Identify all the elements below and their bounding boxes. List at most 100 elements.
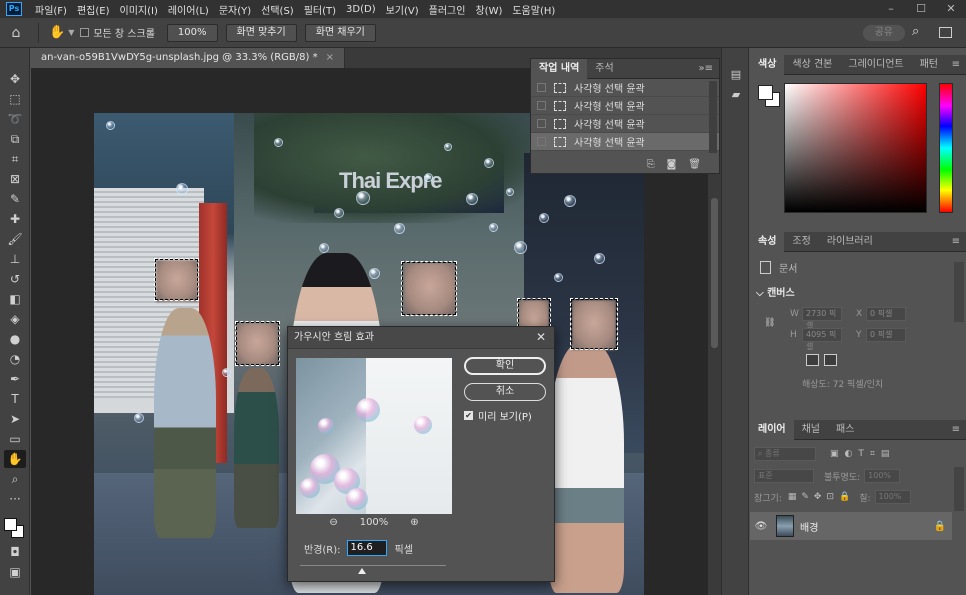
zoom-tool-icon[interactable]: ⌕	[4, 470, 26, 488]
link-icon[interactable]: ⛓	[764, 318, 775, 328]
selection-marquee[interactable]	[570, 298, 618, 350]
lasso-tool-icon[interactable]: ➰	[4, 110, 26, 128]
eyedropper-tool-icon[interactable]: ✎	[4, 190, 26, 208]
close-window-icon[interactable]: ✕	[936, 0, 966, 18]
history-item[interactable]: 사각형 선택 윤곽	[531, 97, 719, 115]
paint-bucket-icon[interactable]: ◈	[4, 310, 26, 328]
hand-tool-icon[interactable]: ✋	[4, 450, 26, 468]
portrait-orientation-icon[interactable]	[806, 354, 819, 366]
panel-menu-icon[interactable]: ≡	[952, 59, 960, 70]
history-item-current[interactable]: 사각형 선택 윤곽	[531, 133, 719, 151]
menu-type[interactable]: 문자(Y)	[214, 2, 256, 17]
crop-tool-icon[interactable]: ⌗	[4, 150, 26, 168]
color-field[interactable]	[784, 83, 927, 213]
dodge-tool-icon[interactable]: ◔	[4, 350, 26, 368]
document-tab[interactable]: an-van-o59B1VwDY5g-unsplash.jpg @ 33.3% …	[31, 48, 345, 68]
eye-icon[interactable]: 👁	[750, 521, 772, 532]
menu-window[interactable]: 창(W)	[470, 2, 507, 17]
ok-button[interactable]: 확인	[464, 357, 546, 375]
fill-screen-button[interactable]: 화면 채우기	[304, 23, 376, 42]
blend-mode-select[interactable]: 표준	[754, 469, 814, 483]
tab-color[interactable]: 색상	[750, 54, 785, 75]
tab-gradients[interactable]: 그레이디언트	[840, 55, 911, 75]
fit-screen-button[interactable]: 화면 맞추기	[225, 23, 297, 42]
minimize-icon[interactable]: –	[876, 0, 906, 18]
hand-tool-preset-icon[interactable]: ✋	[49, 25, 65, 40]
menu-file[interactable]: 파일(F)	[30, 2, 72, 17]
pen-tool-icon[interactable]: ✒	[4, 370, 26, 388]
zoom-out-icon[interactable]: ⊖	[329, 517, 337, 528]
move-tool-icon[interactable]: ✥	[4, 70, 26, 88]
filter-icons[interactable]: ▣◐T⌗▤	[830, 449, 895, 459]
rectangle-tool-icon[interactable]: ▭	[4, 430, 26, 448]
blur-preview[interactable]	[296, 358, 452, 514]
opacity-field[interactable]: 100%	[864, 469, 901, 483]
foreground-color-swatch[interactable]	[758, 85, 773, 100]
quick-mask-icon[interactable]: ◘	[4, 543, 26, 561]
screen-mode-icon[interactable]: ▣	[4, 563, 26, 581]
history-snapshot-checkbox[interactable]	[537, 137, 546, 146]
tab-notes[interactable]: 주석	[587, 59, 621, 79]
chevron-down-icon[interactable]: ▼	[68, 28, 74, 37]
type-tool-icon[interactable]: T	[4, 390, 26, 408]
brush-tool-icon[interactable]: 🖌	[4, 230, 26, 248]
menu-image[interactable]: 이미지(I)	[115, 2, 163, 17]
stamp-tool-icon[interactable]: ⊥	[4, 250, 26, 268]
menu-3d[interactable]: 3D(D)	[341, 4, 381, 15]
menu-view[interactable]: 보기(V)	[381, 2, 424, 17]
history-scrollbar[interactable]	[709, 81, 717, 153]
zoom-100-button[interactable]: 100%	[166, 23, 218, 42]
menu-edit[interactable]: 편집(E)	[72, 2, 115, 17]
panel-menu-icon[interactable]: ≡	[952, 424, 960, 435]
lock-icons[interactable]: ▦✎✥⊡🔒	[788, 492, 855, 502]
comment-icon[interactable]: ▰	[728, 88, 744, 102]
layer-row-background[interactable]: 👁 배경 🔒	[750, 512, 952, 540]
camera-icon[interactable]: ◙	[667, 159, 677, 170]
menu-plugins[interactable]: 플러그인	[424, 2, 471, 17]
frame-tool-icon[interactable]: ⊠	[4, 170, 26, 188]
path-select-icon[interactable]: ➤	[4, 410, 26, 428]
history-item[interactable]: 사각형 선택 윤곽	[531, 115, 719, 133]
history-item[interactable]: 사각형 선택 윤곽	[531, 79, 719, 97]
history-snapshot-checkbox[interactable]	[537, 119, 546, 128]
properties-scrollbar[interactable]	[954, 262, 964, 322]
object-select-tool-icon[interactable]: ⧉	[4, 130, 26, 148]
width-field[interactable]: 2730 픽셀	[802, 307, 842, 330]
tab-layers[interactable]: 레이어	[750, 419, 794, 440]
radius-slider-thumb[interactable]	[358, 568, 366, 574]
healing-tool-icon[interactable]: ✚	[4, 210, 26, 228]
cancel-button[interactable]: 취소	[464, 383, 546, 401]
menu-filter[interactable]: 필터(T)	[299, 2, 341, 17]
height-field[interactable]: 4095 픽셀	[802, 328, 842, 351]
hue-slider[interactable]	[939, 83, 953, 213]
menu-help[interactable]: 도움말(H)	[507, 2, 560, 17]
canvas-section-header[interactable]: ⌵ 캔버스	[756, 284, 795, 299]
tab-properties[interactable]: 속성	[750, 231, 785, 252]
tab-history[interactable]: 작업 내역	[531, 58, 588, 79]
tab-adjustments[interactable]: 조정	[784, 232, 818, 252]
marquee-tool-icon[interactable]: ⬚	[4, 90, 26, 108]
close-tab-icon[interactable]: ×	[326, 52, 334, 63]
selection-marquee[interactable]	[235, 321, 280, 366]
zoom-in-icon[interactable]: ⊕	[410, 517, 418, 528]
scroll-all-checkbox[interactable]	[80, 28, 90, 37]
search-icon[interactable]: ⌕	[912, 24, 928, 39]
eraser-tool-icon[interactable]: ◧	[4, 290, 26, 308]
close-icon[interactable]: ✕	[536, 330, 546, 344]
workspace-icon[interactable]	[939, 27, 952, 38]
share-button[interactable]: 공유	[861, 24, 906, 42]
layers-scrollbar[interactable]	[954, 467, 964, 511]
history-panel-icon[interactable]: ▤	[728, 68, 744, 82]
more-tools-icon[interactable]: ···	[4, 490, 26, 508]
tab-libraries[interactable]: 라이브러리	[819, 232, 881, 252]
selection-marquee[interactable]	[401, 261, 457, 316]
history-snapshot-checkbox[interactable]	[537, 83, 546, 92]
preview-checkbox-row[interactable]: ✔ 미리 보기(P)	[464, 408, 532, 423]
trash-icon[interactable]: 🗑	[688, 159, 701, 170]
foreground-color-swatch[interactable]	[4, 518, 17, 531]
new-document-from-state-icon[interactable]: ⎘	[647, 159, 655, 170]
x-field[interactable]: 0 픽셀	[866, 307, 906, 321]
home-icon[interactable]: ⌂	[0, 25, 32, 41]
preview-checkbox[interactable]: ✔	[464, 411, 473, 420]
maximize-icon[interactable]: ☐	[906, 0, 936, 18]
